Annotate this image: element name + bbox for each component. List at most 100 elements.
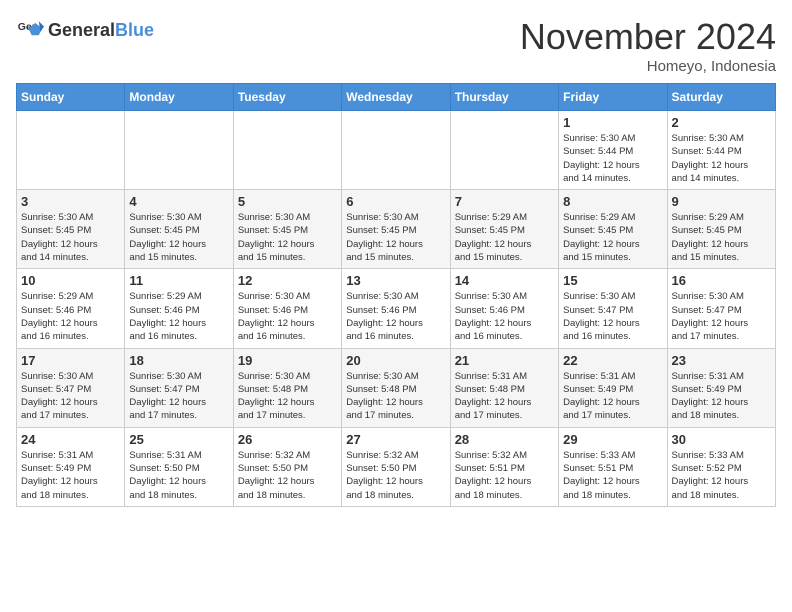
calendar-cell: 28 Sunrise: 5:32 AM Sunset: 5:51 PM Dayli… xyxy=(450,427,558,506)
calendar-cell: 25 Sunrise: 5:31 AM Sunset: 5:50 PM Dayli… xyxy=(125,427,233,506)
calendar-cell: 23 Sunrise: 5:31 AM Sunset: 5:49 PM Dayli… xyxy=(667,348,775,427)
day-number: 26 xyxy=(238,432,337,447)
day-number: 23 xyxy=(672,353,771,368)
day-number: 9 xyxy=(672,194,771,209)
day-info: Sunrise: 5:32 AM Sunset: 5:50 PM Dayligh… xyxy=(238,449,337,502)
day-info: Sunrise: 5:29 AM Sunset: 5:45 PM Dayligh… xyxy=(455,211,554,264)
calendar-cell: 8 Sunrise: 5:29 AM Sunset: 5:45 PM Daylig… xyxy=(559,190,667,269)
day-number: 4 xyxy=(129,194,228,209)
col-header-monday: Monday xyxy=(125,84,233,111)
day-info: Sunrise: 5:31 AM Sunset: 5:50 PM Dayligh… xyxy=(129,449,228,502)
day-info: Sunrise: 5:31 AM Sunset: 5:49 PM Dayligh… xyxy=(21,449,120,502)
day-number: 3 xyxy=(21,194,120,209)
calendar-cell xyxy=(125,111,233,190)
col-header-wednesday: Wednesday xyxy=(342,84,450,111)
day-number: 14 xyxy=(455,273,554,288)
calendar-cell: 26 Sunrise: 5:32 AM Sunset: 5:50 PM Dayli… xyxy=(233,427,341,506)
week-row-2: 3 Sunrise: 5:30 AM Sunset: 5:45 PM Daylig… xyxy=(17,190,776,269)
calendar-cell: 20 Sunrise: 5:30 AM Sunset: 5:48 PM Dayli… xyxy=(342,348,450,427)
calendar-cell: 14 Sunrise: 5:30 AM Sunset: 5:46 PM Dayli… xyxy=(450,269,558,348)
col-header-thursday: Thursday xyxy=(450,84,558,111)
day-number: 6 xyxy=(346,194,445,209)
day-number: 2 xyxy=(672,115,771,130)
day-info: Sunrise: 5:29 AM Sunset: 5:45 PM Dayligh… xyxy=(563,211,662,264)
day-info: Sunrise: 5:30 AM Sunset: 5:45 PM Dayligh… xyxy=(129,211,228,264)
day-info: Sunrise: 5:30 AM Sunset: 5:48 PM Dayligh… xyxy=(238,370,337,423)
col-header-tuesday: Tuesday xyxy=(233,84,341,111)
day-number: 22 xyxy=(563,353,662,368)
day-number: 29 xyxy=(563,432,662,447)
day-info: Sunrise: 5:30 AM Sunset: 5:46 PM Dayligh… xyxy=(238,290,337,343)
calendar-cell xyxy=(342,111,450,190)
calendar-cell: 19Sunrise: 5:30 AM Sunset: 5:48 PM Dayli… xyxy=(233,348,341,427)
day-number: 25 xyxy=(129,432,228,447)
day-number: 11 xyxy=(129,273,228,288)
day-info: Sunrise: 5:31 AM Sunset: 5:49 PM Dayligh… xyxy=(672,370,771,423)
calendar-cell: 6 Sunrise: 5:30 AM Sunset: 5:45 PM Daylig… xyxy=(342,190,450,269)
title-block: November 2024 Homeyo, Indonesia xyxy=(520,16,776,75)
calendar-cell: 5 Sunrise: 5:30 AM Sunset: 5:45 PM Daylig… xyxy=(233,190,341,269)
day-info: Sunrise: 5:31 AM Sunset: 5:49 PM Dayligh… xyxy=(563,370,662,423)
day-info: Sunrise: 5:29 AM Sunset: 5:46 PM Dayligh… xyxy=(21,290,120,343)
calendar-cell: 16 Sunrise: 5:30 AM Sunset: 5:47 PM Dayli… xyxy=(667,269,775,348)
day-number: 17 xyxy=(21,353,120,368)
day-number: 5 xyxy=(238,194,337,209)
calendar-cell: 27 Sunrise: 5:32 AM Sunset: 5:50 PM Dayli… xyxy=(342,427,450,506)
day-number: 7 xyxy=(455,194,554,209)
calendar-cell: 13Sunrise: 5:30 AM Sunset: 5:46 PM Dayli… xyxy=(342,269,450,348)
day-info: Sunrise: 5:33 AM Sunset: 5:52 PM Dayligh… xyxy=(672,449,771,502)
day-info: Sunrise: 5:30 AM Sunset: 5:46 PM Dayligh… xyxy=(455,290,554,343)
calendar-cell: 24 Sunrise: 5:31 AM Sunset: 5:49 PM Dayli… xyxy=(17,427,125,506)
day-info: Sunrise: 5:30 AM Sunset: 5:47 PM Dayligh… xyxy=(129,370,228,423)
day-number: 28 xyxy=(455,432,554,447)
day-info: Sunrise: 5:30 AM Sunset: 5:45 PM Dayligh… xyxy=(21,211,120,264)
calendar-cell xyxy=(233,111,341,190)
calendar-cell: 22 Sunrise: 5:31 AM Sunset: 5:49 PM Dayli… xyxy=(559,348,667,427)
day-info: Sunrise: 5:30 AM Sunset: 5:47 PM Dayligh… xyxy=(21,370,120,423)
week-row-1: 1 Sunrise: 5:30 AM Sunset: 5:44 PM Daylig… xyxy=(17,111,776,190)
day-number: 1 xyxy=(563,115,662,130)
calendar-cell xyxy=(450,111,558,190)
day-info: Sunrise: 5:30 AM Sunset: 5:44 PM Dayligh… xyxy=(563,132,662,185)
day-info: Sunrise: 5:29 AM Sunset: 5:46 PM Dayligh… xyxy=(129,290,228,343)
calendar-cell: 30 Sunrise: 5:33 AM Sunset: 5:52 PM Dayli… xyxy=(667,427,775,506)
day-info: Sunrise: 5:30 AM Sunset: 5:45 PM Dayligh… xyxy=(238,211,337,264)
week-row-5: 24 Sunrise: 5:31 AM Sunset: 5:49 PM Dayli… xyxy=(17,427,776,506)
day-number: 15 xyxy=(563,273,662,288)
day-number: 8 xyxy=(563,194,662,209)
day-number: 18 xyxy=(129,353,228,368)
calendar-cell: 12 Sunrise: 5:30 AM Sunset: 5:46 PM Dayli… xyxy=(233,269,341,348)
calendar-cell: 29 Sunrise: 5:33 AM Sunset: 5:51 PM Dayli… xyxy=(559,427,667,506)
day-number: 20 xyxy=(346,353,445,368)
calendar-cell: 4 Sunrise: 5:30 AM Sunset: 5:45 PM Daylig… xyxy=(125,190,233,269)
calendar-cell: 1 Sunrise: 5:30 AM Sunset: 5:44 PM Daylig… xyxy=(559,111,667,190)
calendar-cell: 3 Sunrise: 5:30 AM Sunset: 5:45 PM Daylig… xyxy=(17,190,125,269)
week-row-3: 10 Sunrise: 5:29 AM Sunset: 5:46 PM Dayli… xyxy=(17,269,776,348)
day-info: Sunrise: 5:33 AM Sunset: 5:51 PM Dayligh… xyxy=(563,449,662,502)
day-number: 12 xyxy=(238,273,337,288)
day-number: 27 xyxy=(346,432,445,447)
calendar-cell: 21 Sunrise: 5:31 AM Sunset: 5:48 PM Dayli… xyxy=(450,348,558,427)
day-number: 21 xyxy=(455,353,554,368)
day-info: Sunrise: 5:32 AM Sunset: 5:50 PM Dayligh… xyxy=(346,449,445,502)
day-number: 10 xyxy=(21,273,120,288)
col-header-sunday: Sunday xyxy=(17,84,125,111)
calendar-cell: 18 Sunrise: 5:30 AM Sunset: 5:47 PM Dayli… xyxy=(125,348,233,427)
calendar-cell xyxy=(17,111,125,190)
day-number: 16 xyxy=(672,273,771,288)
day-number: 24 xyxy=(21,432,120,447)
month-title: November 2024 xyxy=(520,16,776,58)
day-info: Sunrise: 5:30 AM Sunset: 5:48 PM Dayligh… xyxy=(346,370,445,423)
day-number: 30 xyxy=(672,432,771,447)
day-info: Sunrise: 5:32 AM Sunset: 5:51 PM Dayligh… xyxy=(455,449,554,502)
calendar-cell: 10 Sunrise: 5:29 AM Sunset: 5:46 PM Dayli… xyxy=(17,269,125,348)
day-info: Sunrise: 5:30 AM Sunset: 5:45 PM Dayligh… xyxy=(346,211,445,264)
day-info: Sunrise: 5:31 AM Sunset: 5:48 PM Dayligh… xyxy=(455,370,554,423)
day-info: Sunrise: 5:30 AM Sunset: 5:47 PM Dayligh… xyxy=(563,290,662,343)
calendar-table: SundayMondayTuesdayWednesdayThursdayFrid… xyxy=(16,83,776,507)
day-info: Sunrise: 5:30 AM Sunset: 5:47 PM Dayligh… xyxy=(672,290,771,343)
location-subtitle: Homeyo, Indonesia xyxy=(520,58,776,75)
day-info: Sunrise: 5:29 AM Sunset: 5:45 PM Dayligh… xyxy=(672,211,771,264)
day-info: Sunrise: 5:30 AM Sunset: 5:44 PM Dayligh… xyxy=(672,132,771,185)
week-row-4: 17 Sunrise: 5:30 AM Sunset: 5:47 PM Dayli… xyxy=(17,348,776,427)
